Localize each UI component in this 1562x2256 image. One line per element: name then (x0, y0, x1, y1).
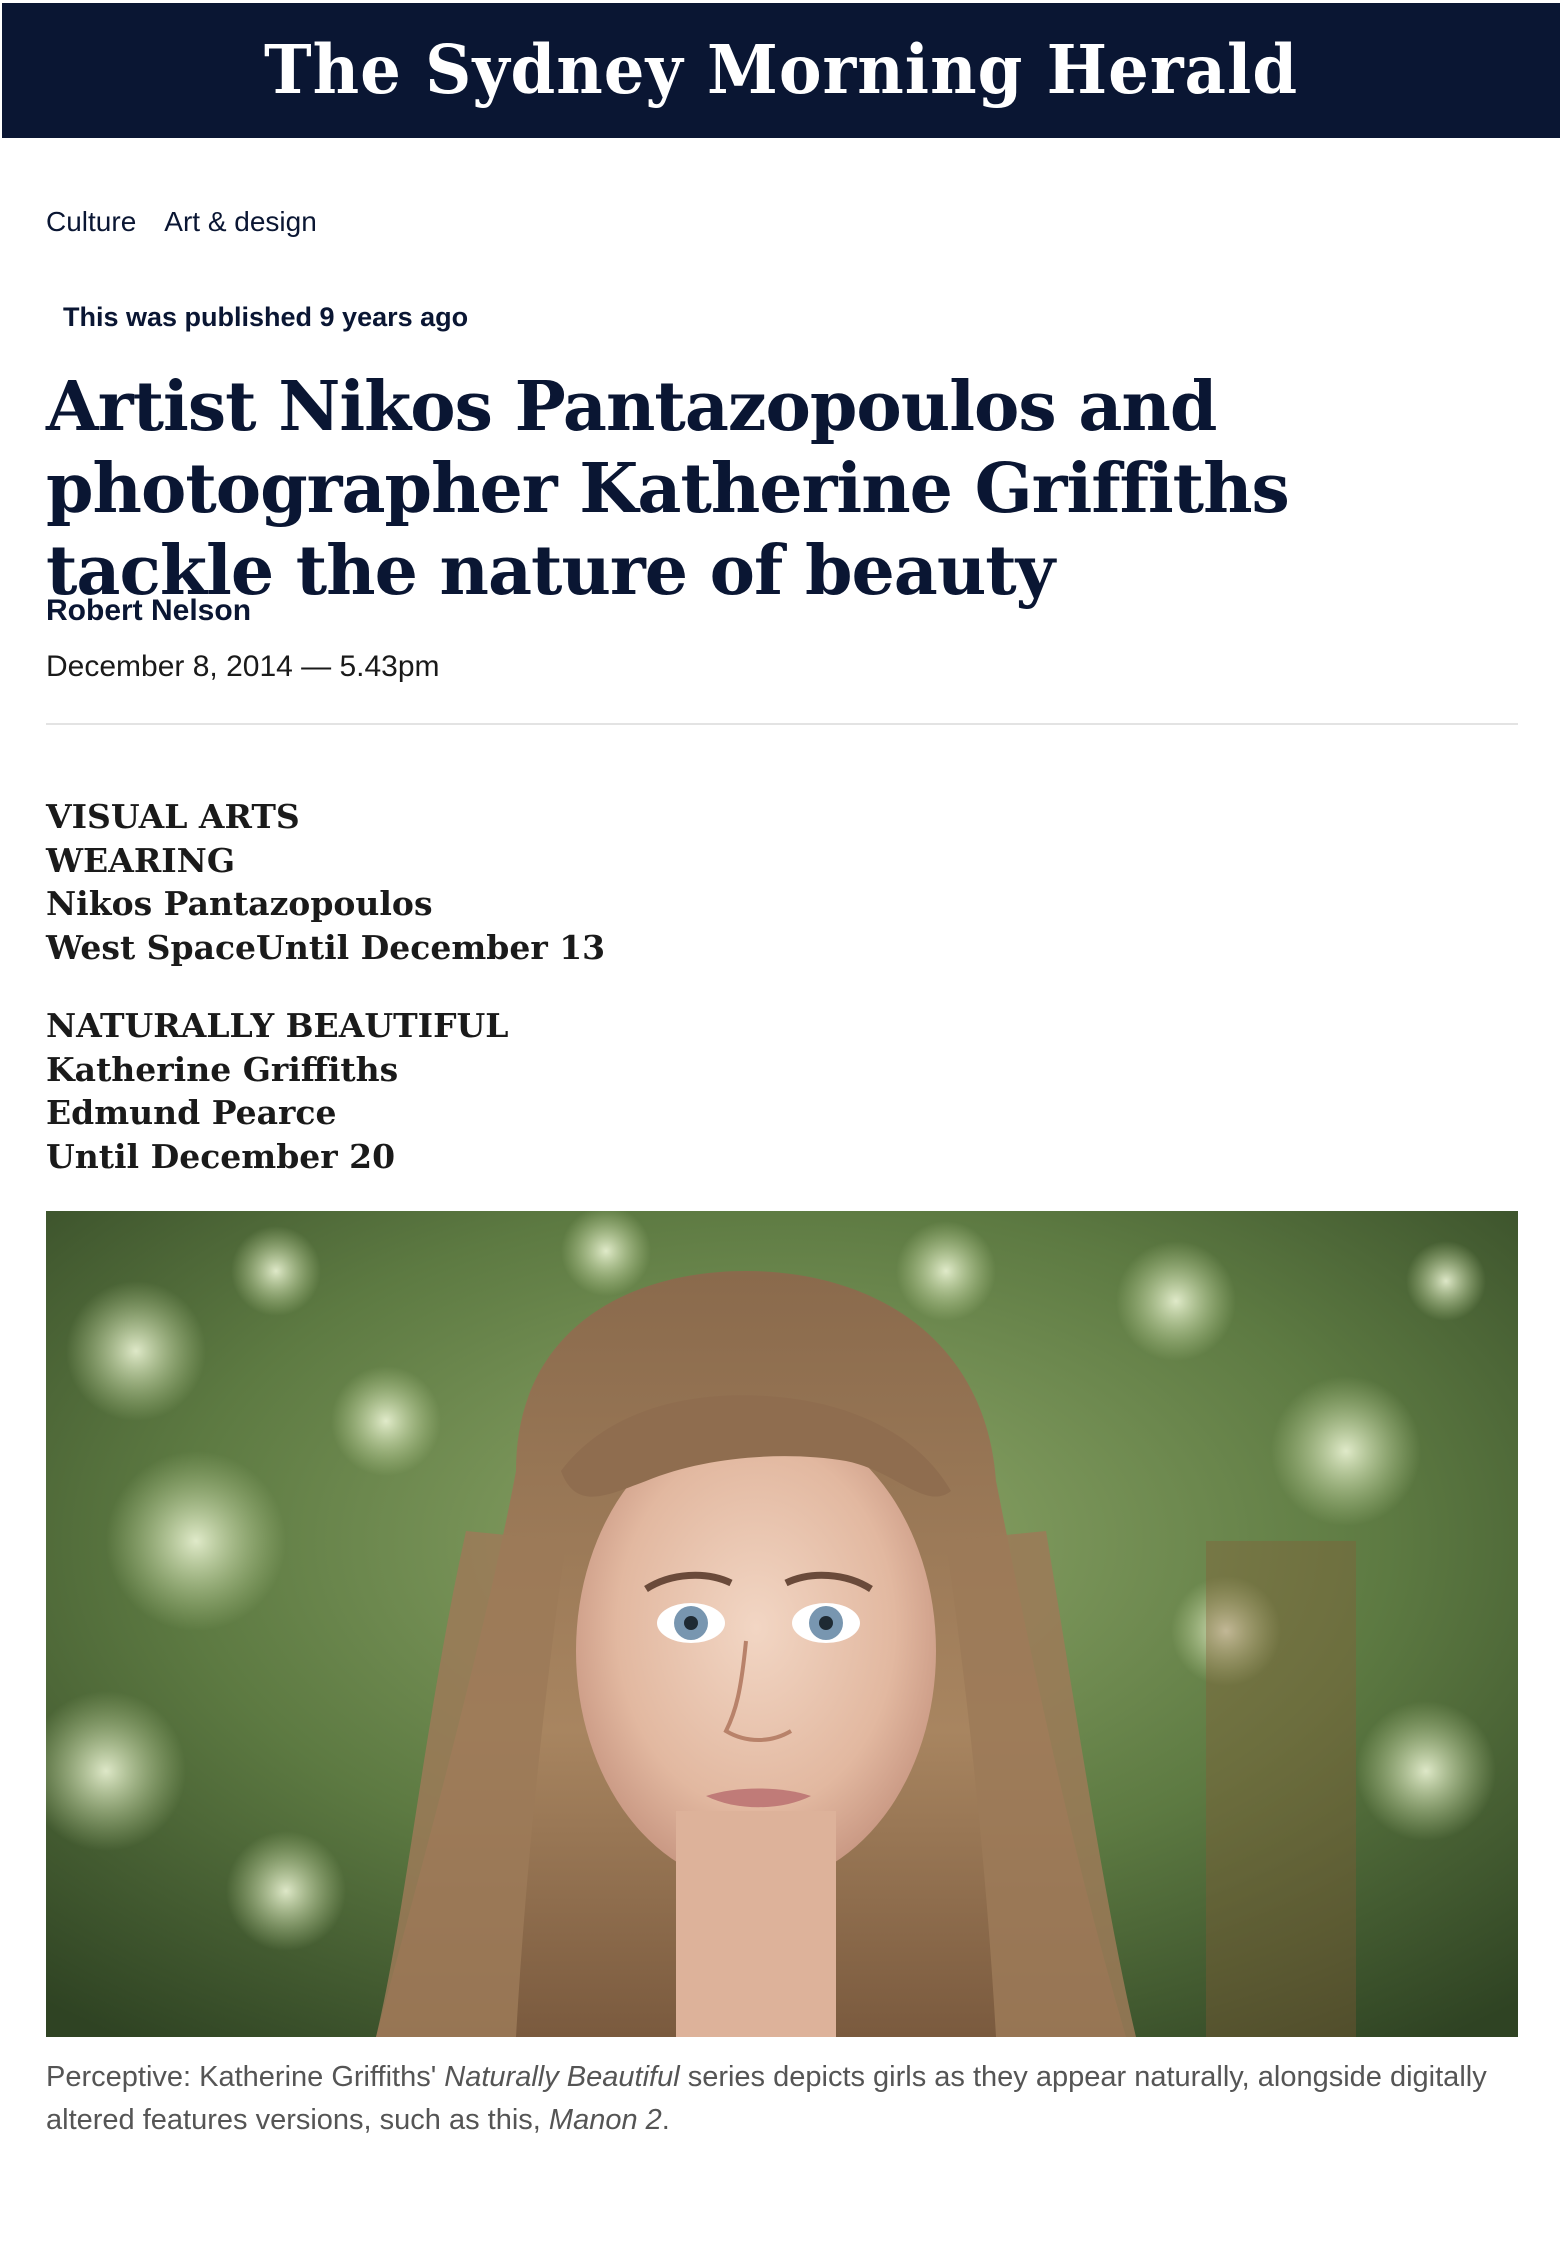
breadcrumb-culture[interactable]: Culture (46, 206, 136, 238)
masthead: The Sydney Morning Herald (2, 3, 1560, 138)
portrait-photo-illustration (46, 1211, 1518, 2037)
published-notice: This was published 9 years ago (63, 302, 469, 332)
info-line: Edmund Pearce (46, 1093, 337, 1132)
caption-italic-series: Naturally Beautiful (444, 2061, 680, 2093)
caption-text: Perceptive: Katherine Griffiths' (46, 2061, 445, 2093)
caption-italic-title: Manon 2 (548, 2104, 662, 2136)
breadcrumb: Culture Art & design (46, 206, 317, 238)
info-line: VISUAL ARTS (46, 797, 300, 836)
info-line: Katherine Griffiths (46, 1049, 399, 1089)
article-dateline: December 8, 2014 — 5.43pm (46, 650, 440, 683)
exhibition-info-wearing: VISUAL ARTS WEARING Nikos Pantazopoulos … (46, 795, 605, 969)
info-line: West SpaceUntil December 13 (46, 927, 606, 967)
article-headline: Artist Nikos Pantazopoulos and photograp… (46, 367, 1290, 611)
info-line: Nikos Pantazopoulos (46, 884, 433, 923)
caption-text: . (661, 2104, 670, 2136)
exhibition-info-naturally-beautiful: NATURALLY BEAUTIFUL Katherine Griffiths … (46, 1004, 509, 1178)
site-logo[interactable]: The Sydney Morning Herald (264, 31, 1298, 110)
info-line: Until December 20 (46, 1136, 396, 1176)
article-photo[interactable] (46, 1211, 1518, 2037)
photo-caption: Perceptive: Katherine Griffiths' Natural… (46, 2056, 1526, 2142)
author-link[interactable]: Robert Nelson (46, 594, 251, 628)
info-line: NATURALLY BEAUTIFUL (46, 1006, 509, 1045)
info-line: WEARING (46, 840, 236, 880)
breadcrumb-art-design[interactable]: Art & design (164, 206, 317, 238)
divider (46, 723, 1518, 725)
